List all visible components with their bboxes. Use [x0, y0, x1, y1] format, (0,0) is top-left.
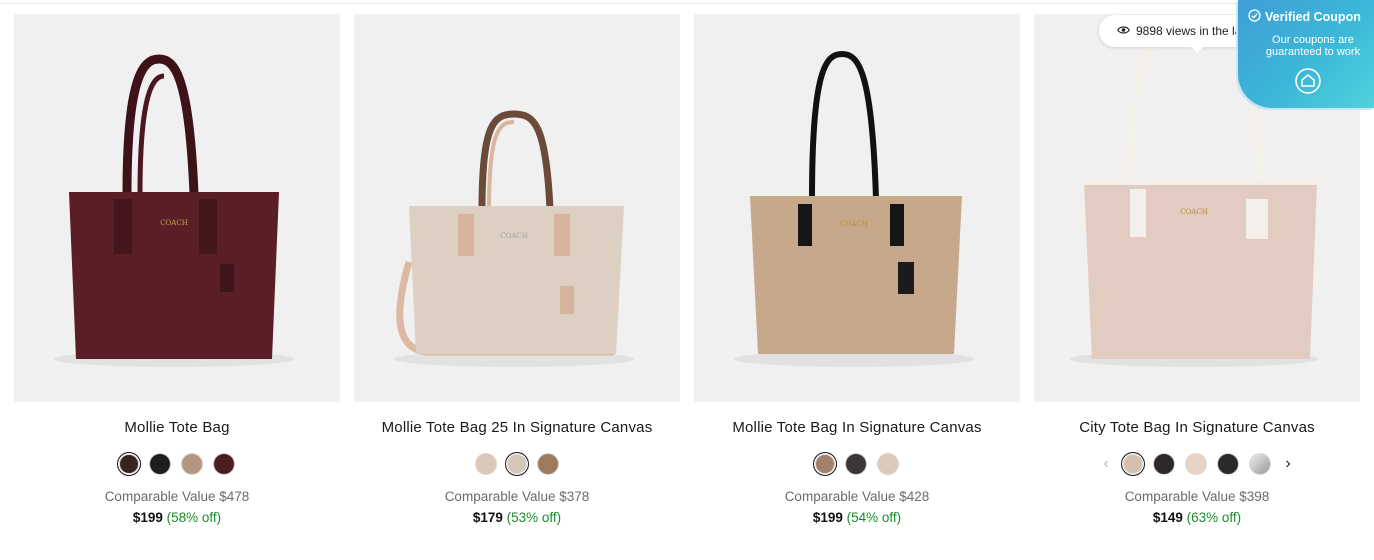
color-swatch[interactable] [181, 453, 203, 475]
discount-label: (58% off) [166, 510, 222, 525]
color-swatch[interactable] [119, 454, 139, 474]
product-name[interactable]: Mollie Tote Bag In Signature Canvas [680, 419, 1034, 436]
product-name[interactable]: City Tote Bag In Signature Canvas [1020, 419, 1374, 436]
chevron-right-icon[interactable]: › [1281, 453, 1295, 475]
svg-text:COACH: COACH [840, 220, 868, 228]
color-swatch[interactable] [1123, 454, 1143, 474]
color-swatch[interactable] [1153, 453, 1175, 475]
coupon-title-row: Verified Coupon [1248, 9, 1361, 25]
bag-body [69, 192, 279, 359]
price-line: $149 (63% off) [1020, 510, 1374, 525]
color-swatches [0, 452, 354, 476]
product-name[interactable]: Mollie Tote Bag [0, 419, 354, 436]
discount-label: (53% off) [506, 510, 562, 525]
svg-text:COACH: COACH [500, 232, 528, 240]
price-line: $199 (58% off) [0, 510, 354, 525]
color-swatch[interactable] [213, 453, 235, 475]
check-circle-icon [1248, 9, 1261, 25]
product-image[interactable]: COACH [694, 14, 1020, 402]
bag-illustration: COACH [734, 50, 974, 367]
color-swatch[interactable] [507, 454, 527, 474]
verified-coupon-badge[interactable]: Verified Coupon Our coupons are guarante… [1238, 0, 1374, 108]
color-swatches: ‹ › [1020, 452, 1374, 476]
comparable-value: Comparable Value $378 [444, 489, 590, 504]
coupon-title: Verified Coupon [1265, 10, 1361, 24]
color-swatch[interactable] [149, 453, 171, 475]
comparable-value: Comparable Value $428 [784, 489, 930, 504]
discount-label: (63% off) [1186, 510, 1242, 525]
color-swatch[interactable] [845, 453, 867, 475]
coupon-logo-icon [1294, 67, 1322, 100]
sale-price: $199 [812, 510, 843, 525]
product-image[interactable]: COACH [14, 14, 340, 402]
svg-text:COACH: COACH [1180, 208, 1208, 216]
coupon-subtitle: Our coupons are guaranteed to work [1265, 34, 1361, 58]
product-image[interactable]: COACH [354, 14, 680, 402]
top-divider [0, 3, 1374, 4]
svg-text:COACH: COACH [160, 219, 188, 227]
sale-price: $149 [1152, 510, 1183, 525]
comparable-value: Comparable Value $478 [104, 489, 250, 504]
color-swatches [680, 452, 1034, 476]
price-line: $179 (53% off) [340, 510, 694, 525]
bag-body [409, 206, 624, 354]
product-grid: COACH Mollie Tote Bag Comparable Value $… [0, 6, 1374, 560]
color-swatch[interactable] [1185, 453, 1207, 475]
color-swatch[interactable] [537, 453, 559, 475]
product-card[interactable]: COACH Mollie Tote Bag In Signature Canva… [680, 6, 1020, 560]
price-line: $199 (54% off) [680, 510, 1034, 525]
color-swatch[interactable] [815, 454, 835, 474]
comparable-value: Comparable Value $398 [1124, 489, 1270, 504]
product-name[interactable]: Mollie Tote Bag 25 In Signature Canvas [340, 419, 694, 436]
chevron-left-icon[interactable]: ‹ [1099, 453, 1113, 475]
sale-price: $179 [472, 510, 503, 525]
color-swatch[interactable] [877, 453, 899, 475]
eye-icon [1117, 24, 1130, 38]
bag-illustration: COACH [54, 54, 294, 367]
color-swatch[interactable] [1217, 453, 1239, 475]
color-swatch[interactable] [1249, 453, 1271, 475]
discount-label: (54% off) [846, 510, 902, 525]
color-swatches [340, 452, 694, 476]
product-card[interactable]: COACH Mollie Tote Bag 25 In Signature Ca… [340, 6, 680, 560]
sale-price: $199 [132, 510, 163, 525]
views-badge-tail [1190, 46, 1204, 53]
product-card[interactable]: COACH Mollie Tote Bag Comparable Value $… [0, 6, 340, 560]
bag-illustration: COACH [394, 110, 634, 367]
color-swatch[interactable] [475, 453, 497, 475]
